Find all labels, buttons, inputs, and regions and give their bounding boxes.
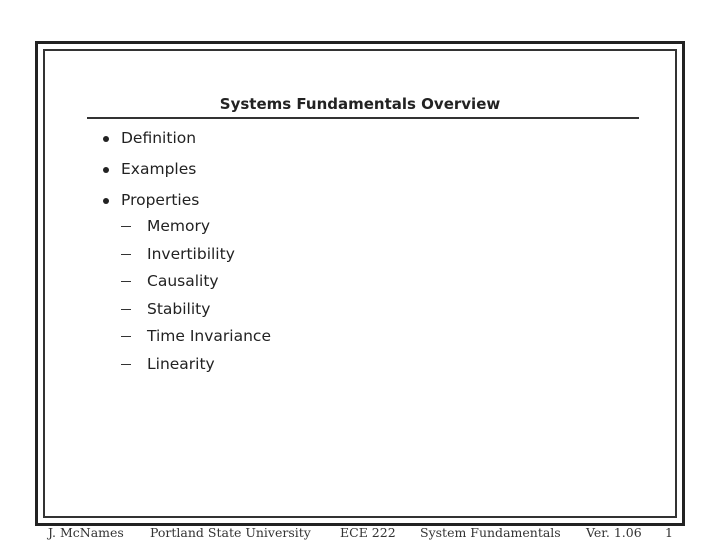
sub-list-item: Time Invariance [103, 326, 271, 354]
sub-list: Memory Invertibility Causality Stability… [121, 216, 289, 381]
sub-list-item-label: Linearity [147, 354, 215, 373]
dash-icon [121, 363, 131, 365]
list-item: Properties Memory Invertibility Causalit… [103, 190, 289, 381]
dash-icon [121, 308, 131, 310]
dash-icon [121, 336, 131, 338]
sub-list-item: Memory [103, 216, 271, 244]
title-rule [87, 117, 639, 119]
footer-author: J. McNames [48, 525, 124, 540]
list-item-label: Definition [121, 129, 197, 147]
slide-inner-frame: Systems Fundamentals Overview Definition… [43, 49, 677, 518]
sub-list-item: Causality [103, 271, 271, 299]
footer-page-number: 1 [665, 525, 673, 540]
sub-list-item-label: Stability [147, 299, 211, 318]
footer-institution: Portland State University [150, 525, 311, 540]
sub-list-item-label: Causality [147, 272, 219, 290]
dash-icon [121, 253, 131, 255]
dash-icon [121, 281, 131, 283]
dash-icon [121, 226, 131, 228]
footer-version: Ver. 1.06 [586, 525, 642, 540]
sub-list-item: Stability [103, 299, 271, 327]
bullet-icon [103, 198, 109, 204]
list-item-label: Properties [121, 191, 200, 209]
sub-list-item-label: Memory [147, 217, 211, 235]
bullet-icon [103, 167, 109, 173]
list-item-label: Examples [121, 160, 197, 178]
footer-course: ECE 222 [340, 525, 396, 540]
list-item: Definition [103, 128, 289, 159]
sub-list-item-label: Invertibility [147, 244, 235, 263]
bullet-icon [103, 136, 109, 142]
sub-list-item: Invertibility [103, 244, 271, 272]
bullet-list: Definition Examples Properties Memory In… [103, 128, 289, 381]
sub-list-item: Linearity [103, 354, 271, 382]
slide-title: Systems Fundamentals Overview [219, 95, 501, 113]
slide-frame: Systems Fundamentals Overview Definition… [35, 41, 685, 526]
footer-topic: System Fundamentals [420, 525, 561, 540]
sub-list-item-label: Time Invariance [147, 327, 271, 345]
list-item: Examples [103, 159, 289, 190]
